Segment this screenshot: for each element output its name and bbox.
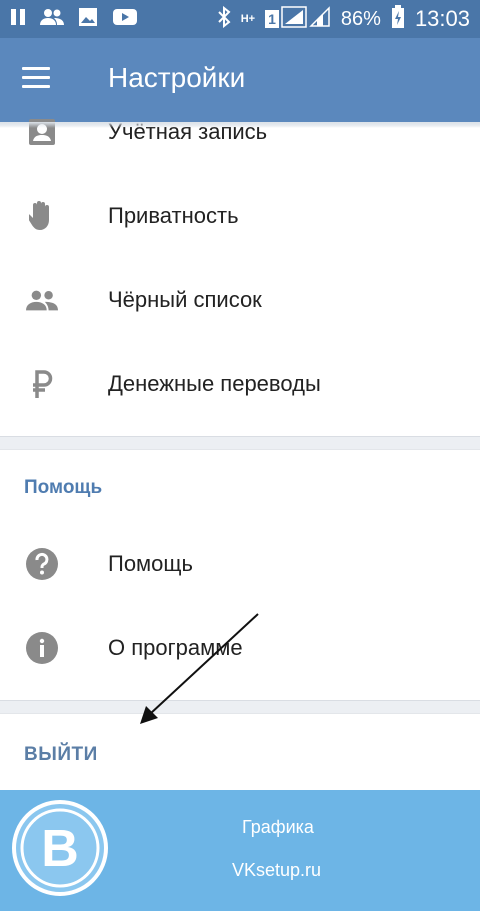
annotation-arrow-icon [140,613,259,724]
watermark-banner: B Графика VKsetup.ru [0,790,480,911]
svg-text:B: B [41,820,79,878]
watermark-text-line1: Графика [242,817,314,837]
vk-logo-icon: B [10,798,110,898]
watermark-text-line2: VKsetup.ru [232,860,322,880]
